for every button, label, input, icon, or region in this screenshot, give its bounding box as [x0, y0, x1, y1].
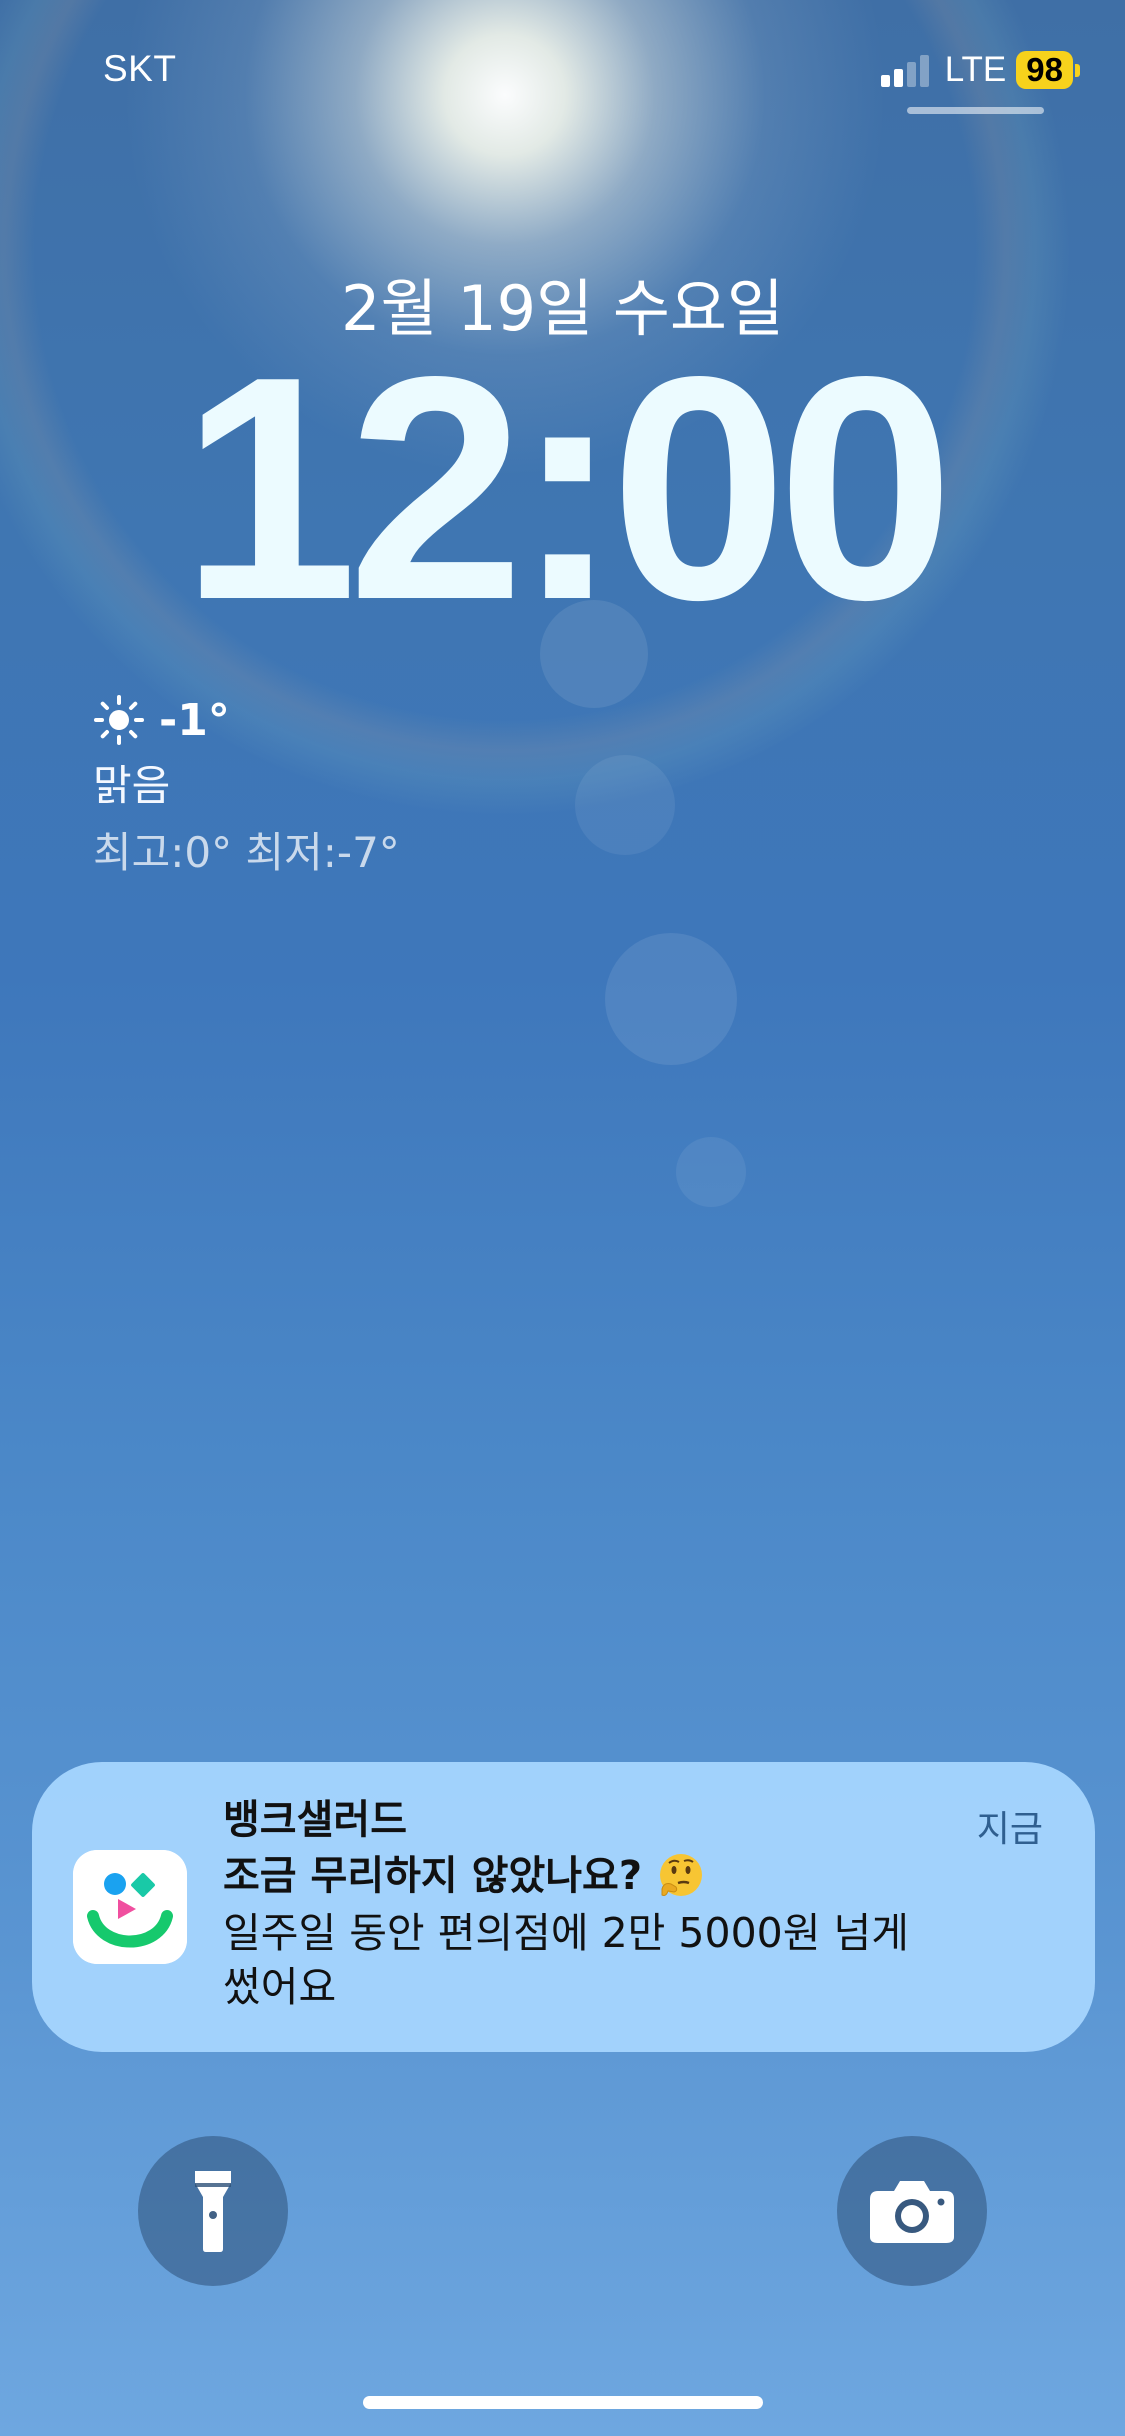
current-temperature: -1° [159, 694, 230, 746]
control-center-indicator[interactable] [907, 107, 1044, 114]
battery-icon: 98 [1016, 51, 1080, 89]
carrier-name: SKT [103, 48, 177, 89]
notification-title-text: 조금 무리하지 않았나요? [223, 1853, 643, 1899]
lens-flare [605, 933, 737, 1065]
sun-icon [94, 695, 144, 745]
notification-body: 일주일 동안 편의점에 2만 5000원 넘게 썼어요 [223, 1909, 909, 2011]
cellular-signal-icon [880, 53, 933, 87]
notification-banner[interactable]: 뱅크샐러드 조금 무리하지 않았나요? 일주일 동안 편의점에 2만 5000원… [32, 1762, 1095, 2052]
battery-level: 98 [1016, 51, 1073, 89]
notification-content: 뱅크샐러드 조금 무리하지 않았나요? 일주일 동안 편의점에 2만 5000원… [223, 1792, 983, 2014]
banksalad-app-icon [73, 1850, 187, 1964]
flashlight-button[interactable] [138, 2136, 288, 2286]
notification-time: 지금 [976, 1809, 1043, 1850]
notification-title: 조금 무리하지 않았나요? [223, 1848, 983, 1904]
status-indicators: LTE 98 [880, 48, 1080, 92]
thinking-face-icon [660, 1854, 703, 1896]
camera-icon [870, 2181, 954, 2243]
notification-app-name: 뱅크샐러드 [223, 1797, 407, 1843]
weather-condition: 맑음 [93, 761, 171, 810]
lens-flare [575, 755, 675, 855]
lock-screen-clock: 12:00 [180, 311, 954, 666]
high-low-temperature: 최고:0° 최저:-7° [93, 828, 400, 877]
flashlight-icon [195, 2171, 231, 2252]
weather-widget[interactable]: -1° 맑음 최고:0° 최저:-7° [93, 690, 400, 880]
lens-flare [676, 1137, 746, 1207]
home-indicator[interactable] [363, 2396, 763, 2409]
network-type: LTE [944, 50, 1007, 89]
camera-button[interactable] [837, 2136, 987, 2286]
